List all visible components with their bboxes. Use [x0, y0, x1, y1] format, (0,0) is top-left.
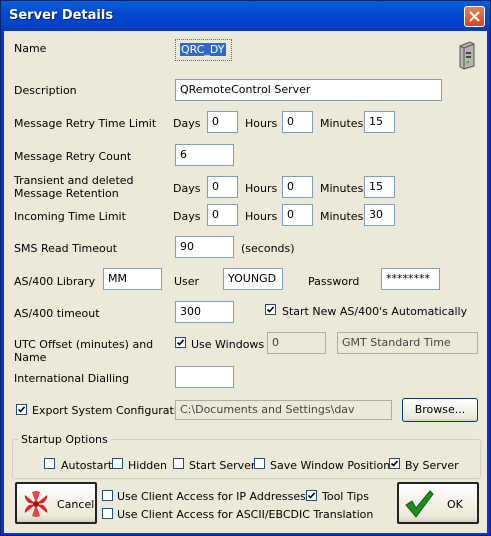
description-label: Description	[14, 84, 77, 97]
browse-button[interactable]: Browse...	[402, 398, 478, 422]
check-icon	[17, 406, 26, 413]
check-icon	[307, 492, 316, 499]
incoming-minutes-label: Minutes	[320, 210, 364, 223]
start-server-label: Start Server	[189, 459, 256, 472]
start-new-as400-label: Start New AS/400's Automatically	[282, 305, 468, 318]
incoming-minutes-field[interactable]: 30	[364, 204, 395, 226]
retry-count-field[interactable]: 6	[175, 144, 234, 166]
dialog-body: Name QRC_DY Description QRemoteControl S…	[4, 31, 487, 533]
utc-label-line2: Name	[14, 351, 47, 364]
sms-timeout-field[interactable]: 90	[175, 236, 234, 258]
retention-days-label: Days	[173, 182, 201, 195]
utc-label-line1: UTC Offset (minutes) and	[14, 338, 154, 351]
retention-hours-label: Hours	[245, 182, 278, 195]
check-icon	[390, 460, 399, 467]
export-path-field[interactable]: C:\Documents and Settings\dav	[175, 400, 392, 420]
retention-label-line1: Transient and deleted	[14, 174, 134, 187]
description-field[interactable]: QRemoteControl Server	[175, 79, 442, 101]
close-icon	[469, 11, 480, 22]
as400-timeout-field[interactable]: 300	[175, 301, 234, 323]
incoming-days-field[interactable]: 0	[207, 204, 238, 226]
by-server-label: By Server	[405, 459, 459, 472]
name-label: Name	[14, 42, 47, 55]
cancel-button[interactable]: Cancel	[15, 482, 97, 524]
retry-days-label: Days	[173, 117, 201, 130]
retention-days-field[interactable]: 0	[207, 176, 238, 198]
retry-hours-field[interactable]: 0	[282, 111, 313, 133]
retry-count-label: Message Retry Count	[14, 150, 132, 163]
title-bar[interactable]: Server Details	[1, 1, 490, 31]
cancel-button-label: Cancel	[57, 498, 95, 511]
incoming-hours-label: Hours	[245, 210, 278, 223]
client-access-ip-checkbox[interactable]	[102, 490, 113, 501]
checkmark-icon	[405, 490, 434, 518]
user-field[interactable]: YOUNGD	[223, 268, 283, 290]
incoming-label: Incoming Time Limit	[14, 210, 126, 223]
start-server-checkbox[interactable]	[173, 458, 184, 469]
by-server-checkbox[interactable]	[389, 458, 400, 469]
window-title: Server Details	[9, 8, 114, 23]
client-access-ip-label: Use Client Access for IP Addresses	[117, 490, 306, 503]
server-icon	[459, 41, 475, 70]
retention-label-line2: Message Retention	[14, 187, 119, 200]
save-window-positions-checkbox[interactable]	[254, 458, 265, 469]
intl-dialling-label: International Dialling	[14, 372, 130, 385]
server-details-window: Server Details Name QRC_DY Description Q…	[0, 0, 491, 536]
retry-minutes-field[interactable]: 15	[364, 111, 395, 133]
incoming-days-label: Days	[173, 210, 201, 223]
intl-dialling-field[interactable]	[175, 366, 234, 388]
retry-hours-label: Hours	[245, 117, 278, 130]
retry-limit-label: Message Retry Time Limit	[14, 117, 157, 130]
close-button[interactable]	[464, 6, 485, 27]
save-window-positions-label: Save Window Positions	[270, 459, 396, 472]
utc-zone-field[interactable]: GMT Standard Time	[337, 332, 478, 354]
as400-timeout-label: AS/400 timeout	[14, 307, 100, 320]
retention-hours-field[interactable]: 0	[282, 176, 313, 198]
incoming-hours-field[interactable]: 0	[282, 204, 313, 226]
client-access-ascii-checkbox[interactable]	[102, 508, 113, 519]
as400-library-label: AS/400 Library	[14, 275, 96, 288]
ok-button[interactable]: OK	[397, 482, 479, 524]
tool-tips-label: Tool Tips	[322, 490, 370, 503]
retry-days-field[interactable]: 0	[207, 111, 238, 133]
sms-timeout-label: SMS Read Timeout	[14, 242, 118, 255]
hidden-checkbox[interactable]	[112, 458, 123, 469]
client-access-ascii-label: Use Client Access for ASCII/EBCDIC Trans…	[117, 508, 374, 521]
check-icon	[176, 339, 185, 346]
retry-minutes-label: Minutes	[320, 117, 364, 130]
export-config-label: Export System Configuratio	[32, 404, 184, 417]
autostart-label: Autostart	[61, 459, 113, 472]
start-new-as400-checkbox[interactable]	[265, 304, 276, 315]
as400-library-field[interactable]: MM	[103, 268, 162, 290]
check-icon	[266, 306, 275, 313]
sms-timeout-unit: (seconds)	[241, 242, 295, 255]
retention-minutes-label: Minutes	[320, 182, 364, 195]
name-field[interactable]: QRC_DY	[175, 39, 232, 61]
password-label: Password	[308, 275, 360, 288]
tool-tips-checkbox[interactable]	[306, 490, 317, 501]
retention-minutes-field[interactable]: 15	[364, 176, 395, 198]
cancel-icon	[24, 491, 48, 517]
use-windows-checkbox[interactable]	[175, 337, 186, 348]
startup-options-title: Startup Options	[18, 433, 111, 446]
ok-button-label: OK	[447, 498, 463, 511]
password-field[interactable]: ********	[381, 268, 440, 290]
autostart-checkbox[interactable]	[44, 458, 55, 469]
utc-offset-field[interactable]: 0	[267, 332, 326, 354]
export-config-checkbox[interactable]	[16, 404, 27, 415]
use-windows-label: Use Windows	[191, 338, 265, 351]
user-label: User	[174, 275, 200, 288]
hidden-label: Hidden	[128, 459, 168, 472]
